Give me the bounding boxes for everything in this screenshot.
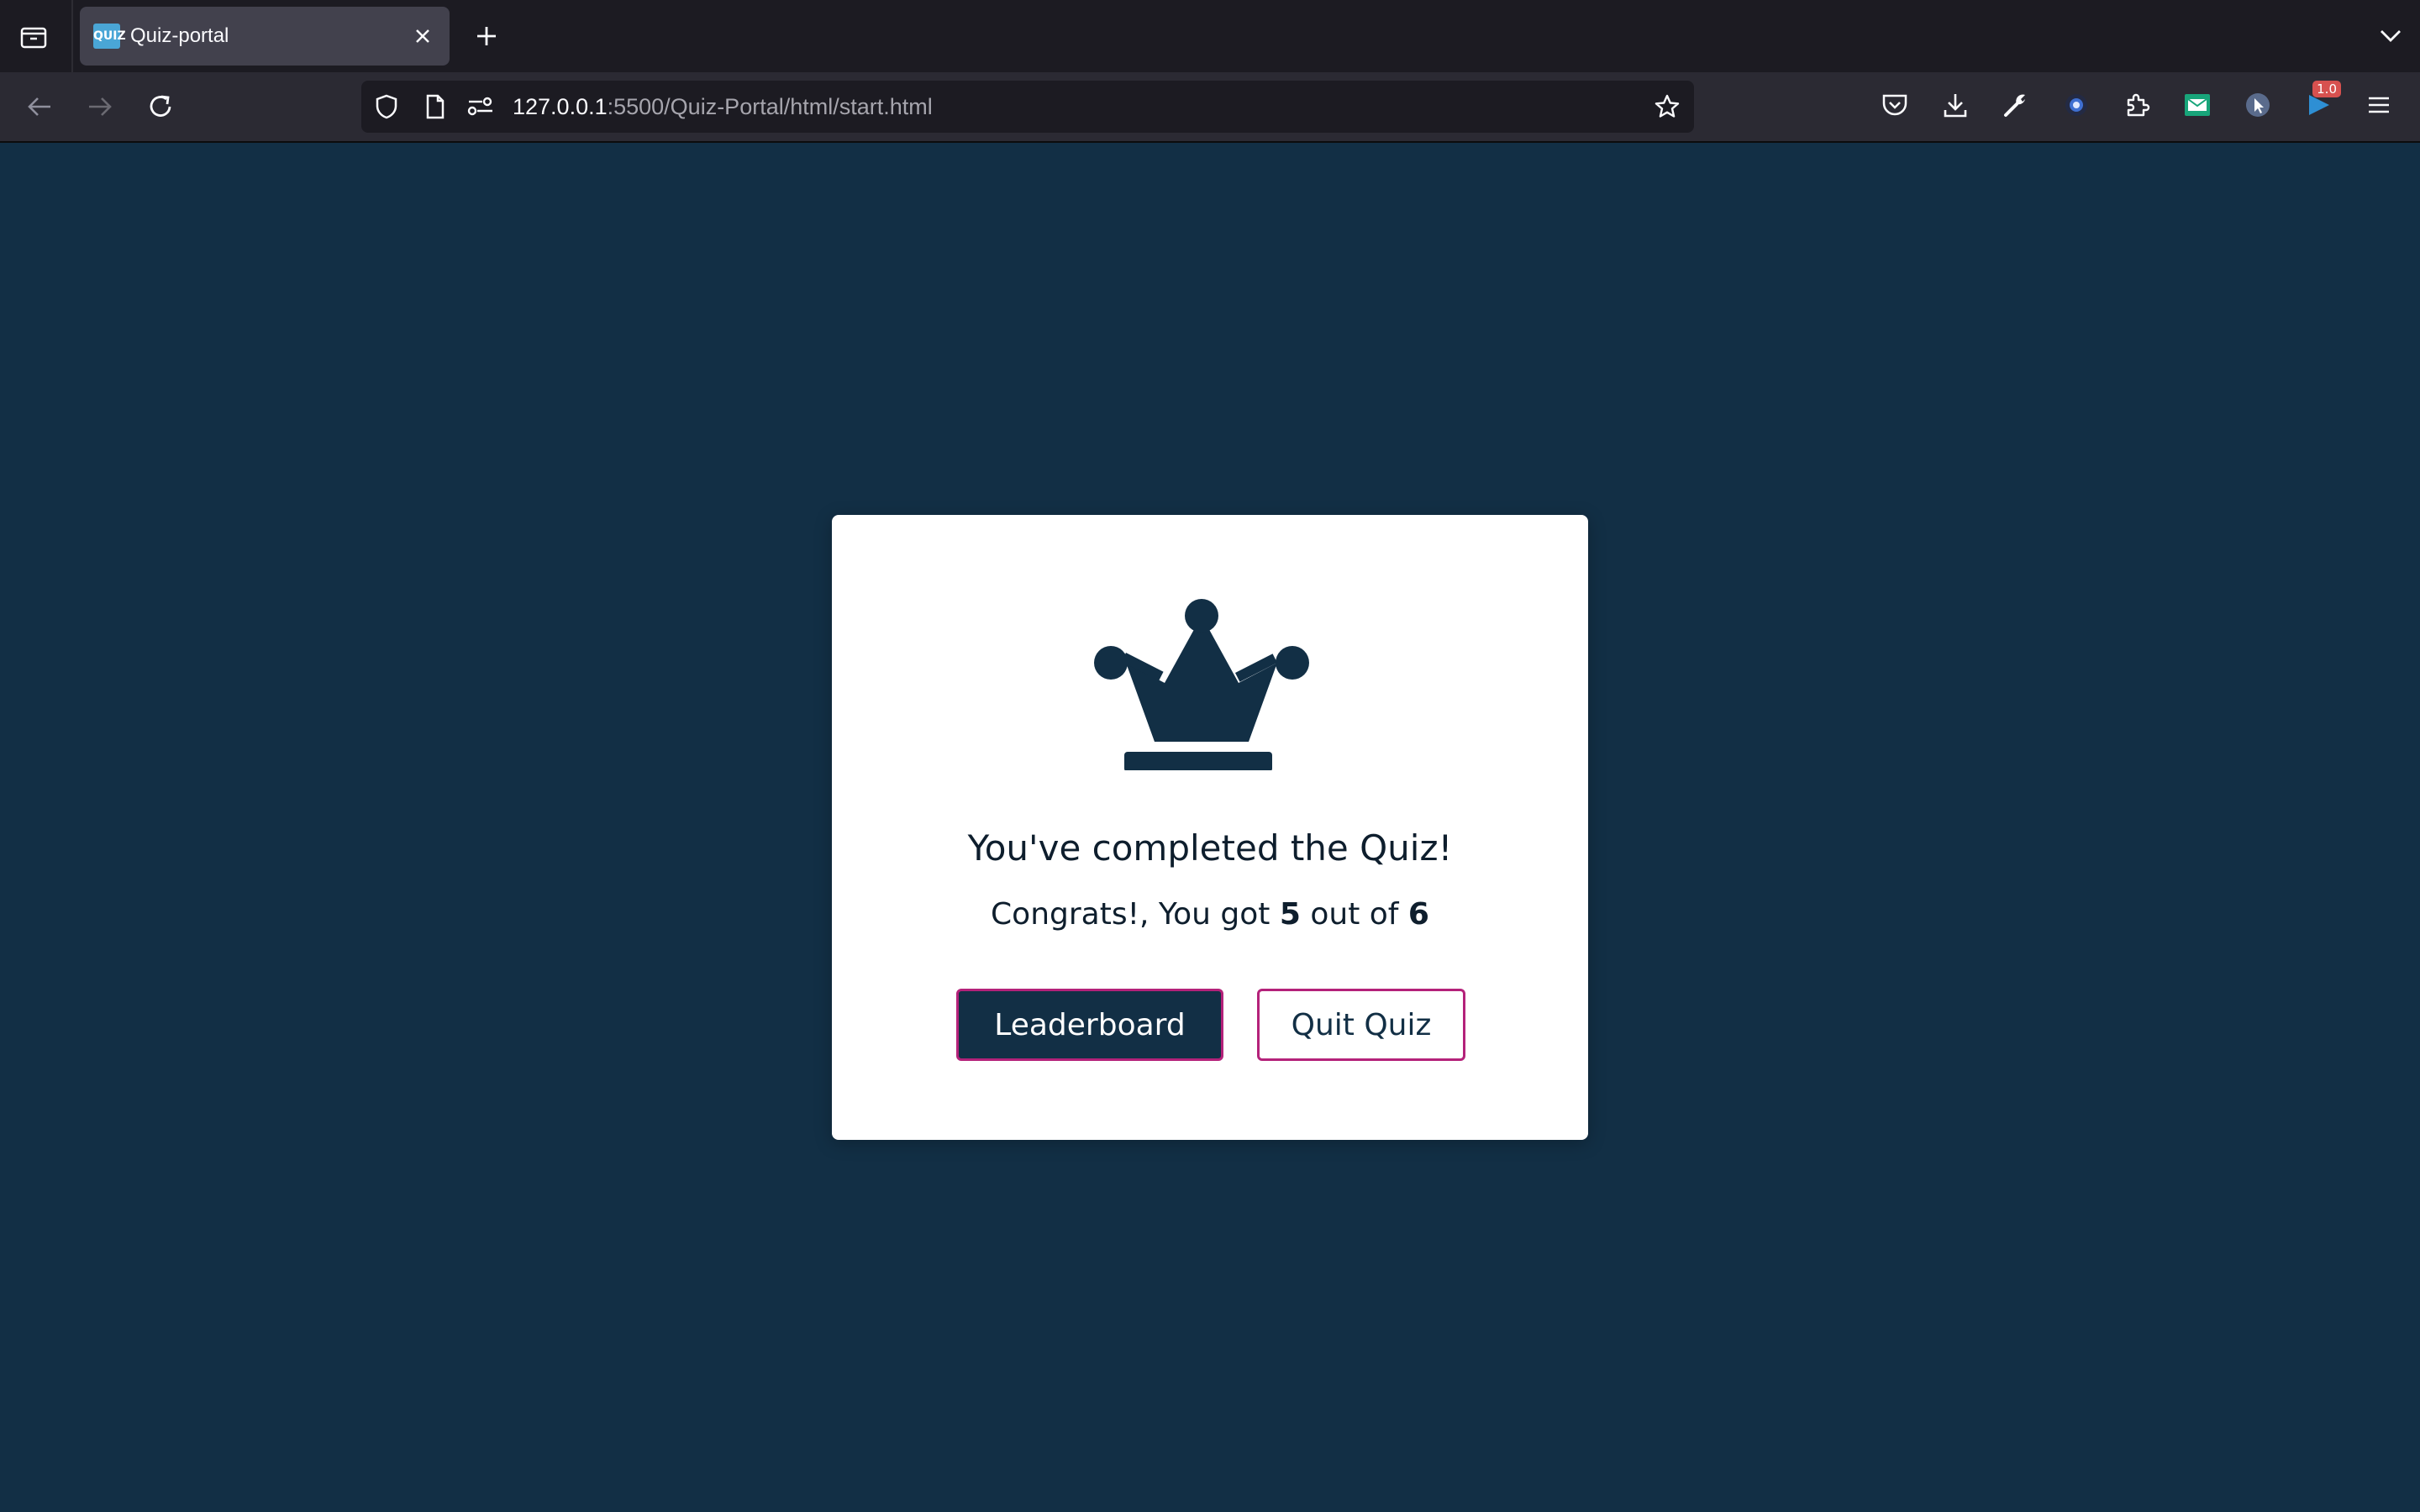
nav-toolbar: 127.0.0.1:5500/Quiz-Portal/html/start.ht… xyxy=(0,72,2420,143)
arrow-left-icon[interactable] xyxy=(20,87,59,126)
extension-eye-icon[interactable] xyxy=(2057,86,2096,124)
quit-quiz-button[interactable]: Quit Quiz xyxy=(1257,989,1465,1061)
pocket-icon[interactable] xyxy=(1876,86,1914,124)
chevron-down-icon[interactable] xyxy=(2373,18,2408,54)
arrow-right-icon[interactable] xyxy=(81,87,119,126)
congrats-text: Congrats!, You got xyxy=(991,897,1280,932)
permissions-icon[interactable] xyxy=(466,92,496,122)
out-of-text: out of xyxy=(1300,897,1408,932)
result-card: You've completed the Quiz! Congrats!, Yo… xyxy=(832,515,1588,1140)
puzzle-icon[interactable] xyxy=(2118,86,2156,124)
tab-quiz-portal[interactable]: QUIZ Quiz-portal xyxy=(80,7,450,66)
url-path: :5500/Quiz-Portal/html/start.html xyxy=(607,94,933,119)
download-icon[interactable] xyxy=(1936,86,1975,124)
tab-strip: QUIZ Quiz-portal xyxy=(0,0,2420,72)
extension-mail-icon[interactable] xyxy=(2178,86,2217,124)
extension-play-icon[interactable]: 1.0 xyxy=(2299,81,2341,124)
crown-icon xyxy=(1094,599,1309,770)
star-icon[interactable] xyxy=(1652,92,1682,122)
leaderboard-button[interactable]: Leaderboard xyxy=(956,989,1223,1061)
url-text: 127.0.0.1:5500/Quiz-Portal/html/start.ht… xyxy=(513,81,933,133)
tab-favicon: QUIZ xyxy=(93,24,126,49)
total-value: 6 xyxy=(1407,897,1429,932)
tab-divider xyxy=(71,0,73,72)
shield-icon[interactable] xyxy=(371,92,402,122)
reload-icon[interactable] xyxy=(141,87,180,126)
url-bar[interactable]: 127.0.0.1:5500/Quiz-Portal/html/start.ht… xyxy=(361,81,1694,133)
close-icon[interactable] xyxy=(408,21,438,51)
plus-icon[interactable] xyxy=(469,18,504,54)
hamburger-icon[interactable] xyxy=(2360,86,2398,124)
wrench-icon[interactable] xyxy=(1996,86,2035,124)
tab-title: Quiz-portal xyxy=(130,24,229,47)
url-host: 127.0.0.1 xyxy=(513,94,608,119)
result-title: You've completed the Quiz! xyxy=(967,827,1453,869)
tab-overview-icon[interactable] xyxy=(15,20,52,54)
extension-badge: 1.0 xyxy=(2312,81,2341,97)
score-value: 5 xyxy=(1279,897,1301,932)
extension-cursor-icon[interactable] xyxy=(2238,86,2277,124)
score-line: Congrats!, You got 5 out of 6 xyxy=(832,897,1588,932)
page-icon[interactable] xyxy=(420,92,450,122)
